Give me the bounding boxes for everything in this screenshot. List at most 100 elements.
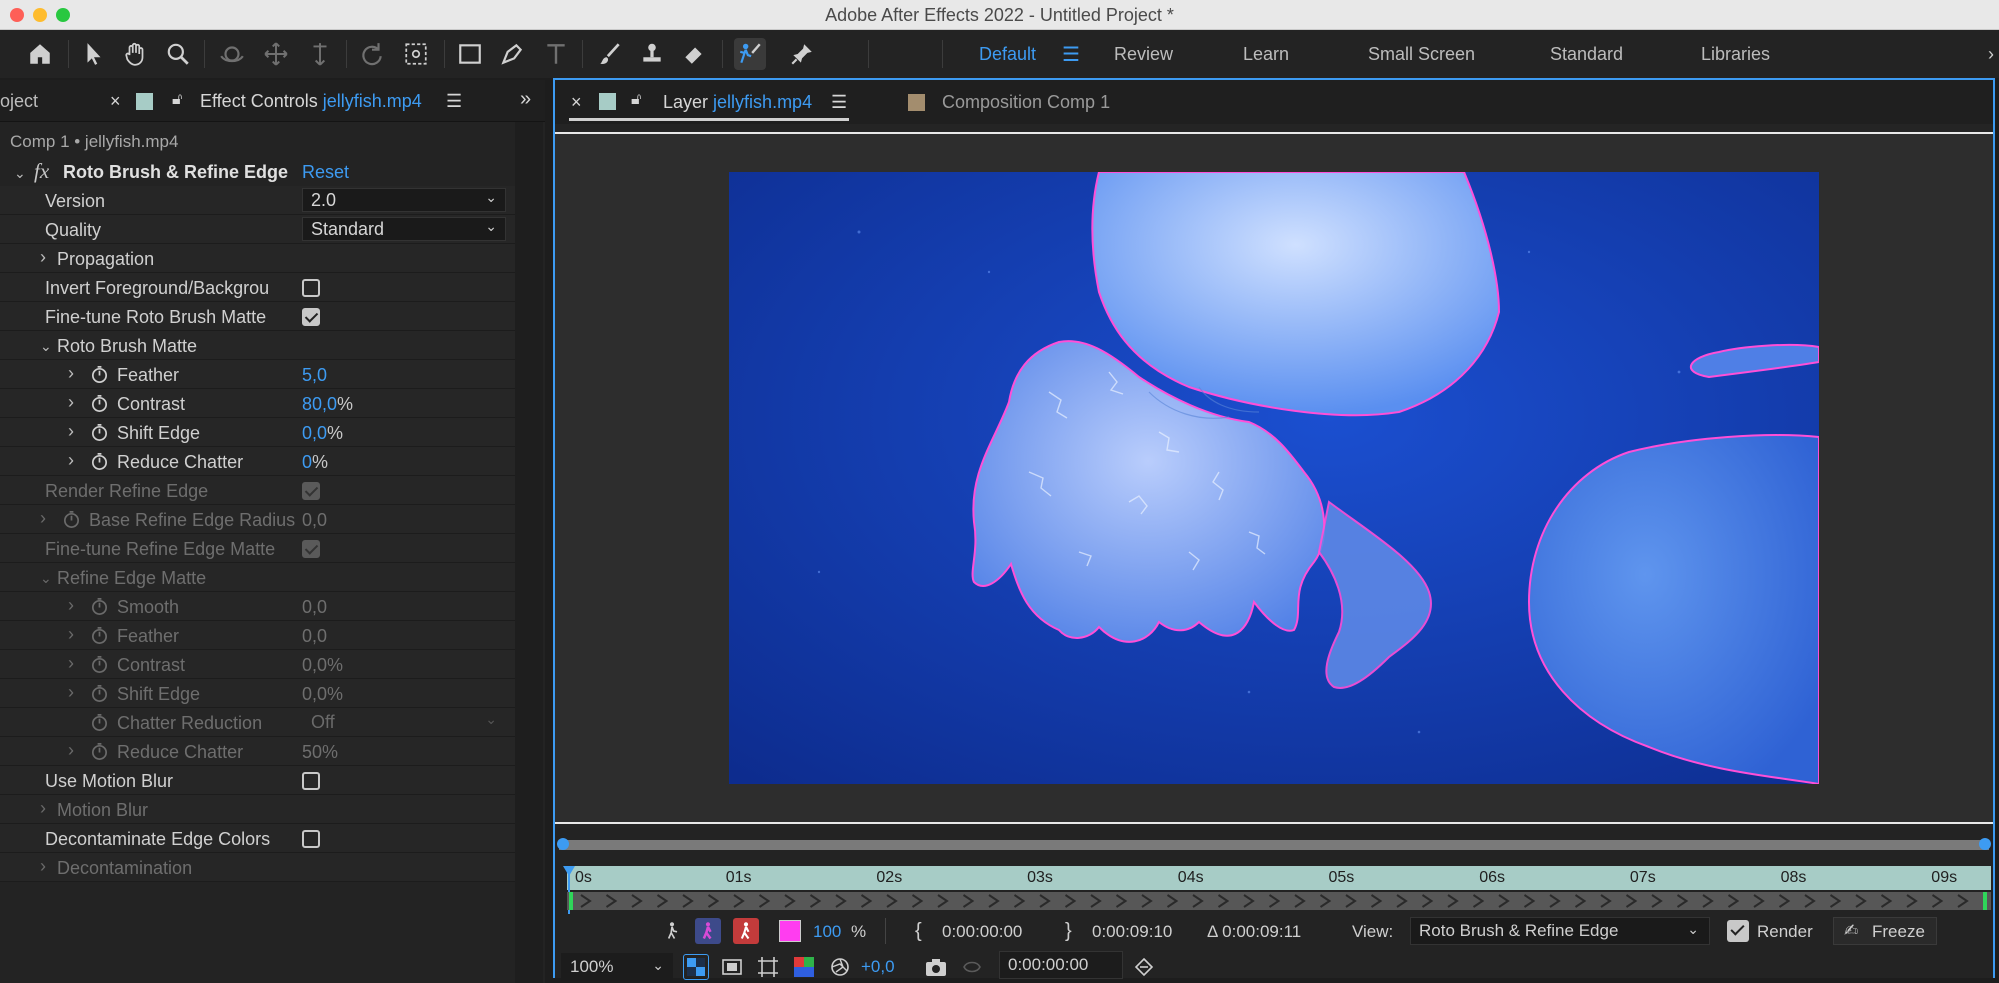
property-number[interactable]: 80,0	[302, 394, 337, 414]
stopwatch-icon[interactable]	[90, 365, 109, 384]
effect-property-row[interactable]: Decontaminate Edge Colors	[0, 824, 515, 853]
workspace-review[interactable]: Review	[1114, 44, 1173, 65]
show-snapshot-icon[interactable]	[959, 954, 985, 980]
dolly-camera-icon[interactable]	[304, 38, 336, 70]
exposure-value[interactable]: +0,0	[861, 957, 895, 977]
effect-property-row[interactable]: › Base Refine Edge Radius 0,0	[0, 505, 515, 534]
property-value[interactable]: 0,0	[302, 626, 327, 647]
home-icon[interactable]	[24, 38, 56, 70]
property-value[interactable]: 50%	[302, 742, 338, 763]
matte-opacity-value[interactable]: 100	[813, 922, 841, 942]
effect-property-row[interactable]: ⌄ Refine Edge Matte	[0, 563, 515, 592]
tab-layer[interactable]: Layer jellyfish.mp4	[663, 92, 812, 113]
pan-camera-icon[interactable]	[260, 38, 292, 70]
effect-collapse-icon[interactable]: ⌄	[14, 165, 26, 182]
property-dropdown[interactable]: Off ⌄	[302, 710, 506, 734]
out-point-time[interactable]: 0:00:09:10	[1092, 922, 1172, 942]
panel-menu-icon[interactable]: ☰	[446, 91, 462, 112]
stopwatch-icon[interactable]	[90, 742, 109, 761]
property-value[interactable]: 0,0%	[302, 684, 343, 705]
current-time-display[interactable]: 0:00:00:00	[999, 951, 1123, 979]
property-value[interactable]: 0,0	[302, 597, 327, 618]
expand-group-icon[interactable]: ›	[40, 247, 46, 268]
effect-property-row[interactable]: ⌄ Roto Brush Matte	[0, 331, 515, 360]
effect-property-row[interactable]: › Feather 0,0	[0, 621, 515, 650]
property-number[interactable]: 0,0	[302, 626, 327, 646]
effect-property-row[interactable]: Fine-tune Refine Edge Matte	[0, 534, 515, 563]
expand-property-icon[interactable]: ›	[68, 392, 74, 413]
type-icon[interactable]	[540, 38, 572, 70]
reset-exposure-icon[interactable]	[827, 954, 853, 980]
expand-property-icon[interactable]: ›	[68, 450, 74, 471]
tab-project[interactable]: oject	[0, 91, 38, 112]
clone-stamp-icon[interactable]	[636, 38, 668, 70]
rectangle-icon[interactable]	[454, 38, 486, 70]
expand-property-icon[interactable]: ›	[68, 363, 74, 384]
workspace-small-screen[interactable]: Small Screen	[1368, 44, 1475, 65]
effect-property-row[interactable]: Render Refine Edge	[0, 476, 515, 505]
work-area-end-handle[interactable]	[1979, 838, 1991, 850]
effect-property-row[interactable]: › Decontamination	[0, 853, 515, 882]
expand-property-icon[interactable]: ›	[68, 421, 74, 442]
effect-property-row[interactable]: Quality Standard ⌄	[0, 215, 515, 244]
close-tab-icon[interactable]: ×	[110, 91, 121, 112]
effect-property-row[interactable]: › Contrast 80,0%	[0, 389, 515, 418]
in-point-time[interactable]: 0:00:00:00	[942, 922, 1022, 942]
toggle-alpha-boundary-icon[interactable]	[695, 918, 721, 944]
set-in-point-icon[interactable]: {	[915, 920, 922, 943]
property-value[interactable]: 0,0%	[302, 423, 343, 444]
fx-icon[interactable]: fx	[34, 159, 49, 184]
roto-brush-icon[interactable]	[734, 38, 766, 70]
workspace-menu-icon[interactable]: ☰	[1062, 42, 1080, 67]
property-value[interactable]: 0%	[302, 452, 328, 473]
stopwatch-icon[interactable]	[90, 655, 109, 674]
property-value[interactable]: 0,0	[302, 510, 327, 531]
workspace-default[interactable]: Default	[979, 44, 1036, 65]
puppet-pin-icon[interactable]	[786, 38, 818, 70]
workspace-overflow-icon[interactable]: ›	[1988, 44, 1994, 65]
stopwatch-icon[interactable]	[90, 597, 109, 616]
effect-property-row[interactable]: › Shift Edge 0,0%	[0, 418, 515, 447]
expand-property-icon[interactable]: ›	[40, 508, 46, 529]
collapse-group-icon[interactable]: ⌄	[40, 570, 52, 587]
expand-property-icon[interactable]: ›	[68, 595, 74, 616]
property-number[interactable]: 0,0	[302, 423, 327, 443]
title-action-safe-icon[interactable]	[719, 954, 745, 980]
effect-property-row[interactable]: Fine-tune Roto Brush Matte	[0, 302, 515, 331]
property-number[interactable]: 5,0	[302, 365, 327, 385]
stopwatch-icon[interactable]	[90, 394, 109, 413]
property-checkbox[interactable]	[302, 540, 320, 558]
layer-viewer[interactable]	[555, 132, 1993, 824]
expand-panels-icon[interactable]: »	[520, 88, 531, 111]
expand-group-icon[interactable]: ›	[40, 798, 46, 819]
effect-property-row[interactable]: › Smooth 0,0	[0, 592, 515, 621]
propagation-frames-track[interactable]	[567, 892, 1991, 910]
effect-property-row[interactable]: Invert Foreground/Backgrou	[0, 273, 515, 302]
brush-icon[interactable]	[594, 38, 626, 70]
effect-property-row[interactable]: › Contrast 0,0%	[0, 650, 515, 679]
property-checkbox[interactable]	[302, 308, 320, 326]
expand-property-icon[interactable]: ›	[68, 653, 74, 674]
property-number[interactable]: 0	[302, 452, 312, 472]
effect-property-row[interactable]: › Shift Edge 0,0%	[0, 679, 515, 708]
toggle-alpha-overlay-icon[interactable]	[733, 918, 759, 944]
close-tab-icon[interactable]: ×	[571, 92, 582, 113]
property-value[interactable]: 5,0	[302, 365, 327, 386]
expand-property-icon[interactable]: ›	[68, 682, 74, 703]
effect-property-row[interactable]: › Propagation	[0, 244, 515, 273]
effect-property-row[interactable]: Use Motion Blur	[0, 766, 515, 795]
property-checkbox[interactable]	[302, 772, 320, 790]
effect-property-row[interactable]: › Reduce Chatter 0%	[0, 447, 515, 476]
render-checkbox[interactable]	[1727, 920, 1749, 942]
effect-property-row[interactable]: › Feather 5,0	[0, 360, 515, 389]
expand-group-icon[interactable]: ›	[40, 856, 46, 877]
property-checkbox[interactable]	[302, 279, 320, 297]
panel-scrollbar[interactable]	[515, 122, 543, 983]
eraser-icon[interactable]	[678, 38, 710, 70]
property-value[interactable]: 80,0%	[302, 394, 353, 415]
effect-property-row[interactable]: › Reduce Chatter 50%	[0, 737, 515, 766]
property-number[interactable]: 0,0	[302, 597, 327, 617]
region-of-interest-icon[interactable]	[755, 954, 781, 980]
stopwatch-icon[interactable]	[90, 626, 109, 645]
lock-icon[interactable]: 🔓︎	[172, 91, 182, 109]
